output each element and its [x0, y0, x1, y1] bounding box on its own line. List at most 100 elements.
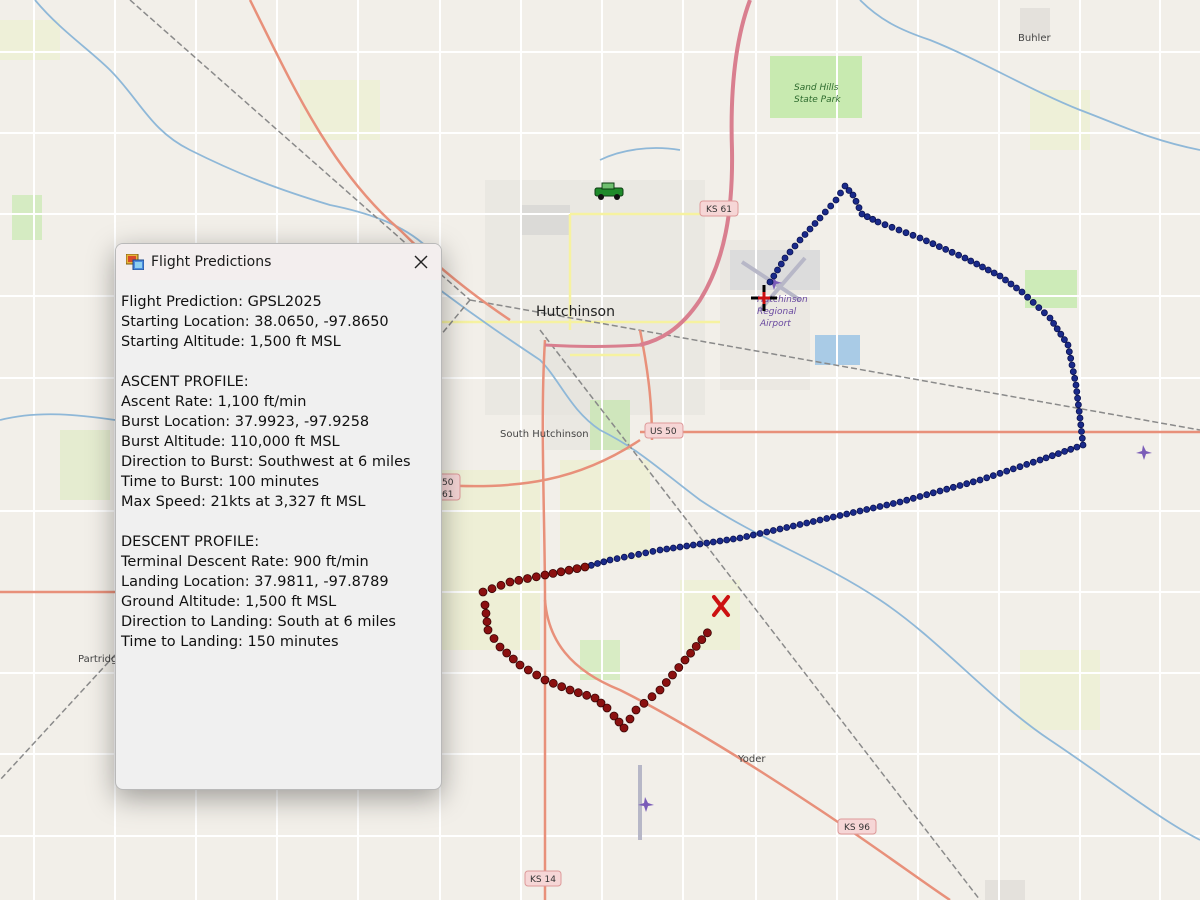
descent-track-point: [505, 577, 515, 587]
ascent-track-point: [989, 472, 997, 480]
descent-track-point: [487, 584, 497, 594]
ascent-track-point: [774, 266, 781, 274]
ascent-track-point: [956, 482, 964, 489]
ascent-track-point: [803, 519, 811, 527]
ascent-track-point: [1003, 467, 1011, 475]
prediction-line: Starting Altitude: 1,500 ft MSL: [121, 334, 341, 350]
ascent-track-point: [909, 494, 917, 502]
ascent-track-point: [984, 266, 992, 274]
ascent-track-point: [874, 218, 882, 226]
descent-track-point: [580, 562, 590, 572]
descent-track-point: [489, 634, 499, 643]
ascent-track-point: [883, 501, 891, 509]
ascent-track-point: [916, 234, 924, 242]
ascent-track-point: [1016, 463, 1024, 471]
ascent-track-point: [656, 546, 664, 554]
ascent-track-point: [1067, 445, 1075, 453]
descent-track-point: [565, 685, 575, 695]
ascent-track-point: [777, 260, 785, 268]
ascent-track-point: [849, 509, 857, 516]
shield-ks61: KS 61: [699, 200, 739, 217]
descent-track-point: [514, 575, 524, 585]
ascent-track-point: [628, 552, 635, 560]
ascent-track-point: [949, 483, 957, 491]
shield-us50: US 50: [644, 422, 684, 439]
shield-ks96: KS 96: [837, 818, 877, 835]
prediction-line: [121, 352, 441, 372]
prediction-line: ASCENT PROFILE:: [121, 374, 249, 390]
prediction-line: Direction to Burst: Southwest at 6 miles: [121, 454, 411, 470]
ascent-track-point: [716, 537, 724, 545]
ascent-track-point: [606, 556, 614, 564]
ascent-track-point: [709, 538, 717, 546]
ascent-track-point: [620, 553, 628, 561]
ascent-track-point: [676, 543, 684, 551]
ascent-track-point: [976, 476, 984, 484]
ascent-track-point: [1029, 458, 1037, 466]
prediction-line: [121, 512, 441, 532]
ascent-track-point: [973, 260, 981, 268]
descent-track-point: [548, 678, 558, 688]
ascent-track-point: [1023, 460, 1031, 468]
ascent-track-point: [1013, 284, 1020, 292]
close-icon: [414, 255, 428, 269]
ascent-track-point: [1073, 388, 1081, 396]
ascent-track-point: [1002, 276, 1009, 284]
svg-text:61: 61: [442, 490, 453, 500]
descent-track-point: [557, 682, 567, 692]
ascent-track-point: [770, 272, 778, 280]
ascent-track-point: [801, 231, 809, 238]
ascent-track-point: [816, 214, 824, 222]
ascent-track-point: [837, 189, 844, 197]
ascent-track-point: [696, 540, 704, 548]
ascent-track-point: [936, 487, 944, 495]
prediction-line: Landing Location: 37.9811, -97.8789: [121, 574, 389, 590]
ascent-track-point: [1065, 348, 1073, 356]
ascent-track-point: [703, 539, 711, 547]
ascent-track-point: [1068, 361, 1076, 369]
svg-text:US 50: US 50: [650, 427, 677, 437]
ascent-track-point: [1057, 330, 1065, 338]
descent-track-point: [703, 628, 712, 638]
ascent-track-point: [1061, 336, 1068, 344]
ascent-track-point: [902, 229, 910, 237]
ascent-track-point: [895, 226, 903, 234]
prediction-line: Max Speed: 21kts at 3,327 ft MSL: [121, 494, 366, 510]
ascent-track-point: [689, 541, 697, 549]
ascent-track-point: [849, 191, 857, 199]
ascent-track-point: [776, 525, 784, 533]
ascent-track-point: [594, 560, 601, 567]
descent-track-point: [495, 642, 505, 652]
descent-track-point: [619, 723, 629, 733]
ascent-track-point: [996, 272, 1004, 280]
descent-track-point: [482, 617, 492, 627]
prediction-line: Ascent Rate: 1,100 ft/min: [121, 394, 307, 410]
park-label-line2: State Park: [794, 95, 841, 105]
ascent-track-point: [600, 558, 608, 566]
svg-text:KS 61: KS 61: [706, 205, 732, 215]
ascent-track-point: [1050, 319, 1057, 327]
descent-track-point: [540, 675, 550, 685]
prediction-text: Flight Prediction: GPSL2025 Starting Loc…: [116, 280, 441, 652]
ascent-track-point: [1064, 341, 1072, 349]
shield-ks14: KS 14: [524, 870, 562, 887]
ascent-track-point: [903, 496, 911, 504]
ascent-track-point: [635, 550, 642, 558]
prediction-line: Time to Landing: 150 minutes: [121, 634, 339, 650]
ascent-track-point: [923, 491, 931, 499]
ascent-track-point: [1078, 434, 1086, 442]
descent-track-point: [573, 688, 583, 698]
ascent-track-point: [816, 516, 824, 524]
ascent-track-point: [836, 512, 844, 519]
descent-track-point: [508, 654, 518, 664]
descent-track-point: [480, 600, 490, 610]
close-button[interactable]: [401, 244, 441, 280]
svg-text:KS 96: KS 96: [844, 823, 870, 833]
dialog-titlebar[interactable]: Flight Predictions: [116, 244, 441, 280]
ascent-track-point: [856, 507, 864, 515]
ascent-track-point: [806, 225, 814, 233]
ascent-track-point: [756, 530, 764, 537]
ascent-track-point: [789, 522, 797, 530]
prediction-line: Time to Burst: 100 minutes: [121, 474, 320, 490]
ascent-track-point: [1069, 368, 1077, 376]
